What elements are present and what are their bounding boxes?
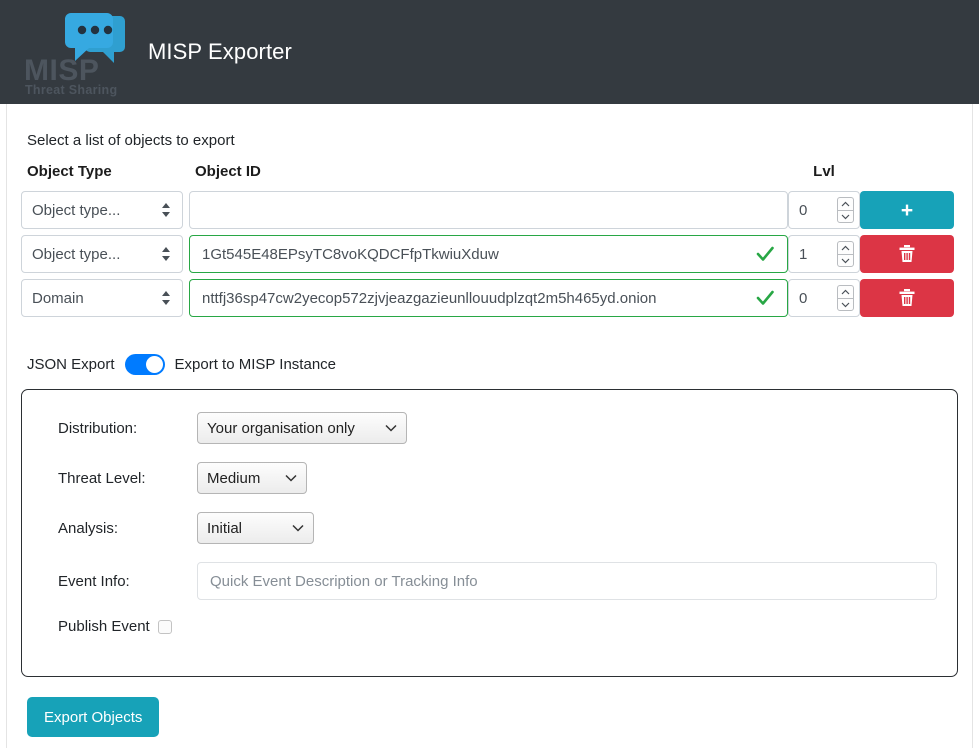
spinner-up-icon[interactable] [837,285,854,298]
intro-text: Select a list of objects to export [21,104,958,155]
publish-event-checkbox[interactable] [158,620,172,634]
spinner-down-icon[interactable] [837,210,854,223]
object-type-select[interactable]: Object type... [21,235,183,273]
level-stepper[interactable]: 0 [788,279,860,317]
analysis-select[interactable]: Initial [197,512,314,544]
threat-level-row: Threat Level: Medium [42,462,937,494]
distribution-label: Distribution: [42,420,197,437]
column-header-object-type: Object Type [21,155,189,188]
export-objects-button[interactable]: Export Objects [27,697,159,737]
switch-knob [146,356,163,373]
spinner-up-icon[interactable] [837,197,854,210]
misp-logo-icon: MISP Threat Sharing [18,8,130,100]
column-header-level: Lvl [788,155,860,188]
distribution-row: Distribution: Your organisation only [42,412,937,444]
app-title: MISP Exporter [148,39,292,65]
level-value: 1 [799,246,837,263]
threat-level-label: Threat Level: [42,470,197,487]
chevron-down-icon [292,524,304,532]
object-type-value: Object type... [32,202,160,219]
spinner-down-icon[interactable] [837,298,854,311]
column-header-actions [860,155,958,188]
object-id-input[interactable]: nttfj36sp47cw2yecop572zjvjeazgazieunllou… [189,279,788,317]
analysis-row: Analysis: Initial [42,512,937,544]
level-spinner[interactable] [837,285,854,311]
misp-export-form: Distribution: Your organisation only Thr… [21,389,958,677]
level-stepper[interactable]: 0 [788,191,860,229]
up-down-chevron-icon [160,201,172,219]
level-value: 0 [799,202,837,219]
misp-logo: MISP Threat Sharing [18,6,130,98]
object-type-select[interactable]: Object type... [21,191,183,229]
column-header-object-id: Object ID [189,155,788,188]
export-mode-switch[interactable] [125,354,165,375]
analysis-value: Initial [207,520,242,537]
analysis-label: Analysis: [42,520,197,537]
level-value: 0 [799,290,837,307]
misp-instance-label: Export to MISP Instance [175,356,336,373]
table-header-row: Object Type Object ID Lvl [21,155,958,188]
trash-icon [898,244,916,264]
level-spinner[interactable] [837,241,854,267]
distribution-value: Your organisation only [207,420,355,437]
table-row: Object type... 1Gt545E48EPsyTC8voKQDCFfp… [21,232,958,276]
table-row: Object type... 0 [21,188,958,232]
up-down-chevron-icon [160,289,172,307]
event-info-row: Event Info: Quick Event Description or T… [42,562,937,600]
export-mode-toggle-row: JSON Export Export to MISP Instance [21,354,958,375]
object-id-input[interactable] [189,191,788,229]
valid-check-icon [755,288,775,308]
distribution-select[interactable]: Your organisation only [197,412,407,444]
event-info-input[interactable]: Quick Event Description or Tracking Info [197,562,937,600]
level-spinner[interactable] [837,197,854,223]
svg-text:Threat Sharing: Threat Sharing [25,83,117,97]
plus-icon: + [901,200,913,221]
app-header: MISP Threat Sharing MISP Exporter [0,0,979,104]
level-stepper[interactable]: 1 [788,235,860,273]
object-id-value: 1Gt545E48EPsyTC8voKQDCFfpTkwiuXduw [202,246,747,263]
up-down-chevron-icon [160,245,172,263]
object-type-value: Object type... [32,246,160,263]
event-info-placeholder: Quick Event Description or Tracking Info [210,573,478,590]
object-id-input[interactable]: 1Gt545E48EPsyTC8voKQDCFfpTkwiuXduw [189,235,788,273]
json-export-label: JSON Export [27,356,115,373]
delete-row-button[interactable] [860,279,954,317]
table-row: Domain nttfj36sp47cw2yecop572zjvjeazgazi… [21,276,958,320]
threat-level-select[interactable]: Medium [197,462,307,494]
spinner-up-icon[interactable] [837,241,854,254]
valid-check-icon [755,244,775,264]
chevron-down-icon [285,474,297,482]
trash-icon [898,288,916,308]
threat-level-value: Medium [207,470,260,487]
object-type-select[interactable]: Domain [21,279,183,317]
object-id-value: nttfj36sp47cw2yecop572zjvjeazgazieunllou… [202,290,747,307]
delete-row-button[interactable] [860,235,954,273]
event-info-label: Event Info: [42,573,197,590]
publish-event-label: Publish Event [42,618,150,635]
chevron-down-icon [385,424,397,432]
object-type-value: Domain [32,290,160,307]
objects-table: Object Type Object ID Lvl Object type... [21,155,958,320]
add-row-button[interactable]: + [860,191,954,229]
publish-event-row: Publish Event [42,618,937,635]
page-container: Select a list of objects to export Objec… [6,104,973,748]
spinner-down-icon[interactable] [837,254,854,267]
